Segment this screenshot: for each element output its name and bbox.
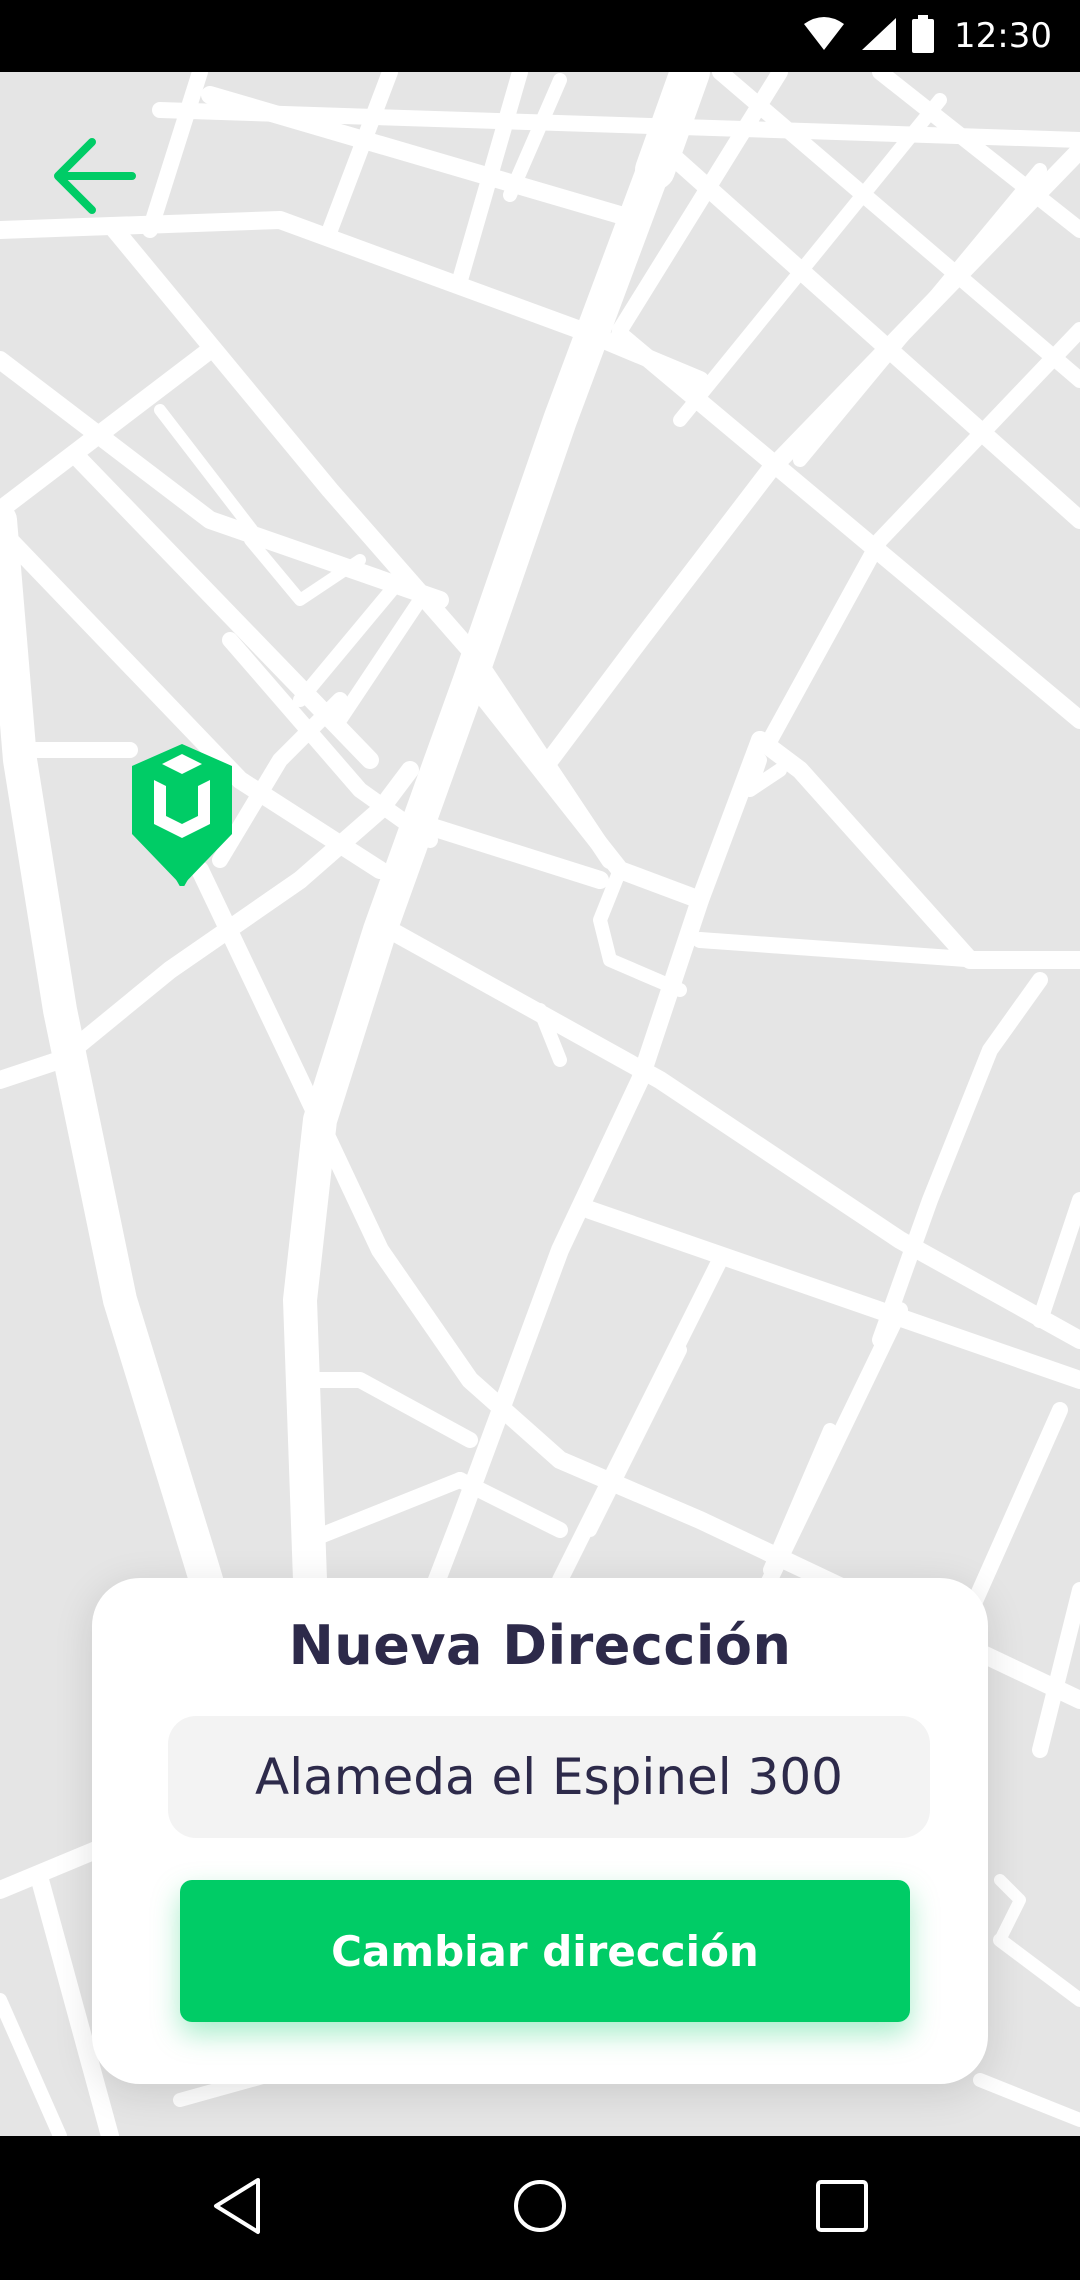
home-circle-icon xyxy=(512,2178,568,2238)
card-title: Nueva Dirección xyxy=(288,1614,792,1677)
nav-back-button[interactable] xyxy=(190,2160,286,2256)
cellular-signal-icon xyxy=(860,16,898,56)
status-bar: 12:30 xyxy=(0,0,1080,72)
screen: 12:30 Nueva Dirección Alameda el Espinel… xyxy=(0,0,1080,2280)
change-address-button[interactable]: Cambiar dirección xyxy=(180,1880,910,2022)
navigation-bar xyxy=(0,2136,1080,2280)
wifi-icon xyxy=(802,16,846,56)
battery-icon xyxy=(912,15,935,57)
status-time: 12:30 xyxy=(954,16,1052,56)
address-field[interactable]: Alameda el Espinel 300 xyxy=(168,1716,930,1838)
recents-square-icon xyxy=(814,2178,870,2238)
nav-recents-button[interactable] xyxy=(794,2160,890,2256)
nav-home-button[interactable] xyxy=(492,2160,588,2256)
back-triangle-icon xyxy=(210,2176,266,2240)
back-button[interactable] xyxy=(44,128,144,228)
location-pin-icon[interactable] xyxy=(124,744,240,890)
arrow-left-icon xyxy=(52,134,136,222)
status-icons: 12:30 xyxy=(802,10,1052,62)
address-card: Nueva Dirección Alameda el Espinel 300 C… xyxy=(92,1578,988,2084)
